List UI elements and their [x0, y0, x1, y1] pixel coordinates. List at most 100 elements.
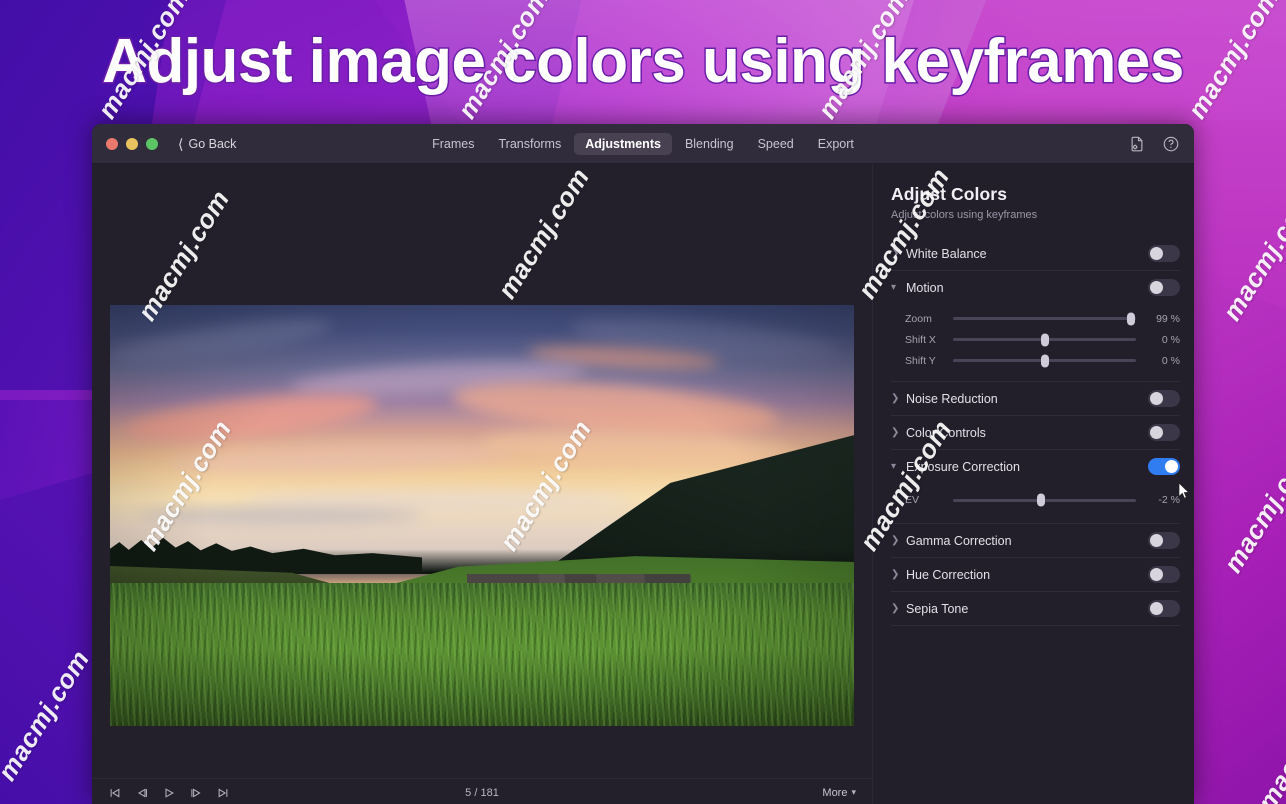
toggle-knob	[1150, 534, 1163, 547]
section-exposure-correction: ▾ Exposure Correction EV -2 %	[891, 450, 1180, 524]
skip-to-end-button[interactable]	[216, 787, 230, 799]
tab-blending[interactable]: Blending	[674, 133, 745, 155]
toggle-knob	[1150, 426, 1163, 439]
toggle-exposure-correction[interactable]	[1148, 458, 1180, 475]
slider-row-shift-y: Shift Y 0 %	[891, 350, 1180, 371]
step-backward-button[interactable]	[135, 787, 149, 799]
toggle-knob	[1150, 568, 1163, 581]
chevron-right-icon: ❯	[891, 569, 903, 580]
toggle-white-balance[interactable]	[1148, 245, 1180, 262]
tab-speed[interactable]: Speed	[747, 133, 805, 155]
toggle-knob	[1150, 247, 1163, 260]
help-circle-icon[interactable]	[1162, 135, 1180, 153]
slider-shift-y[interactable]	[953, 359, 1136, 362]
section-header-hue-correction[interactable]: ❯ Hue Correction	[891, 558, 1180, 591]
toggle-knob	[1150, 602, 1163, 615]
section-header-exposure-correction[interactable]: ▾ Exposure Correction	[891, 450, 1180, 483]
toggle-motion[interactable]	[1148, 279, 1180, 296]
chevron-left-icon: ⟨	[178, 137, 183, 151]
skip-to-start-button[interactable]	[108, 787, 122, 799]
slider-knob[interactable]	[1037, 494, 1045, 507]
preview-image[interactable]	[110, 305, 854, 726]
section-hue-correction: ❯ Hue Correction	[891, 558, 1180, 592]
toggle-noise-reduction[interactable]	[1148, 390, 1180, 407]
playback-controls	[108, 787, 230, 799]
toggle-gamma-correction[interactable]	[1148, 532, 1180, 549]
toggle-hue-correction[interactable]	[1148, 566, 1180, 583]
slider-zoom[interactable]	[953, 317, 1136, 320]
slider-label: Shift Y	[891, 355, 943, 367]
toggle-knob	[1165, 460, 1178, 473]
section-label: Noise Reduction	[906, 392, 998, 406]
section-label: Gamma Correction	[906, 534, 1012, 548]
slider-value: 0 %	[1146, 355, 1180, 367]
toggle-knob	[1150, 281, 1163, 294]
slider-ev[interactable]	[953, 499, 1136, 502]
section-label: Color Controls	[906, 426, 986, 440]
section-body-exposure-correction: EV -2 %	[891, 483, 1180, 523]
tab-adjustments[interactable]: Adjustments	[574, 133, 672, 155]
section-white-balance: ❯ White Balance	[891, 237, 1180, 271]
section-sepia-tone: ❯ Sepia Tone	[891, 592, 1180, 626]
adjustment-sections: ❯ White Balance ▾ Motion Zoom	[891, 237, 1180, 626]
file-settings-icon[interactable]	[1128, 135, 1146, 153]
section-header-sepia-tone[interactable]: ❯ Sepia Tone	[891, 592, 1180, 625]
section-label: Hue Correction	[906, 568, 990, 582]
chevron-right-icon: ❯	[891, 248, 903, 259]
section-body-motion: Zoom 99 % Shift X 0 %	[891, 304, 1180, 381]
slider-knob[interactable]	[1041, 333, 1049, 346]
toolbar-tabs: Frames Transforms Adjustments Blending S…	[92, 133, 1194, 155]
chevron-down-icon: ▾	[891, 461, 903, 472]
page-title: Adjust Colors	[891, 184, 1180, 205]
chevron-down-icon: ▾	[851, 787, 856, 798]
chevron-right-icon: ❯	[891, 535, 903, 546]
transport-bar: 5 / 181 More ▾	[92, 778, 872, 804]
app-window: ⟨ Go Back Frames Transforms Adjustments …	[92, 124, 1194, 804]
slider-label: EV	[891, 494, 943, 506]
toggle-sepia-tone[interactable]	[1148, 600, 1180, 617]
section-header-gamma-correction[interactable]: ❯ Gamma Correction	[891, 524, 1180, 557]
slider-label: Shift X	[891, 334, 943, 346]
section-motion: ▾ Motion Zoom 99 % Shift	[891, 271, 1180, 382]
go-back-button[interactable]: ⟨ Go Back	[178, 137, 236, 151]
slider-value: 99 %	[1146, 313, 1180, 325]
maximize-button[interactable]	[146, 138, 158, 150]
promo-headline: Adjust image colors using keyframes	[0, 24, 1286, 100]
slider-label: Zoom	[891, 313, 943, 325]
section-gamma-correction: ❯ Gamma Correction	[891, 524, 1180, 558]
tab-frames[interactable]: Frames	[421, 133, 485, 155]
close-button[interactable]	[106, 138, 118, 150]
photo-vignette	[110, 305, 854, 726]
step-forward-button[interactable]	[189, 787, 203, 799]
slider-knob[interactable]	[1127, 312, 1135, 325]
section-noise-reduction: ❯ Noise Reduction	[891, 382, 1180, 416]
slider-row-shift-x: Shift X 0 %	[891, 329, 1180, 350]
section-header-motion[interactable]: ▾ Motion	[891, 271, 1180, 304]
go-back-label: Go Back	[188, 137, 236, 151]
section-label: Motion	[906, 281, 944, 295]
section-header-white-balance[interactable]: ❯ White Balance	[891, 237, 1180, 270]
window-body: 5 / 181 More ▾ Adjust Colors Adjust colo…	[92, 164, 1194, 804]
titlebar-actions	[1128, 135, 1180, 153]
tab-export[interactable]: Export	[807, 133, 865, 155]
section-header-color-controls[interactable]: ❯ Color Controls	[891, 416, 1180, 449]
more-label: More	[822, 787, 847, 799]
more-button[interactable]: More ▾	[822, 787, 856, 799]
slider-shift-x[interactable]	[953, 338, 1136, 341]
preview-area: 5 / 181 More ▾	[92, 164, 873, 804]
play-button[interactable]	[162, 787, 176, 799]
chevron-down-icon: ▾	[891, 282, 903, 293]
section-header-noise-reduction[interactable]: ❯ Noise Reduction	[891, 382, 1180, 415]
section-color-controls: ❯ Color Controls	[891, 416, 1180, 450]
toggle-color-controls[interactable]	[1148, 424, 1180, 441]
adjustments-inspector: Adjust Colors Adjust colors using keyfra…	[873, 164, 1194, 804]
tab-transforms[interactable]: Transforms	[487, 133, 572, 155]
slider-row-zoom: Zoom 99 %	[891, 308, 1180, 329]
section-label: Exposure Correction	[906, 460, 1020, 474]
slider-row-ev: EV -2 %	[891, 487, 1180, 513]
minimize-button[interactable]	[126, 138, 138, 150]
preview-stage[interactable]	[92, 164, 872, 778]
chevron-right-icon: ❯	[891, 427, 903, 438]
slider-knob[interactable]	[1041, 354, 1049, 367]
window-controls	[106, 138, 158, 150]
